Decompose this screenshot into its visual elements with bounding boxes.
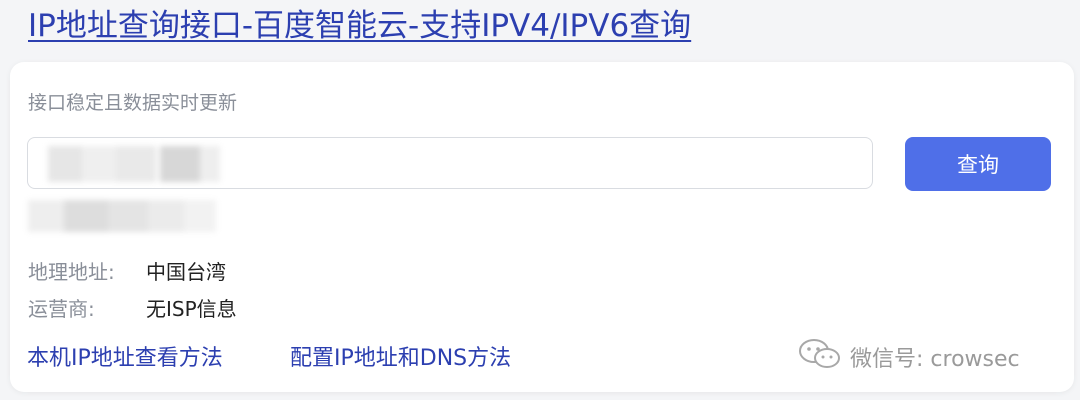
query-button[interactable]: 查询 <box>905 137 1051 191</box>
ip-query-card: 接口稳定且数据实时更新 查询 地理地址: 中国台湾 运营商: 无ISP信息 本机IP… <box>10 62 1074 392</box>
local-ip-method-link[interactable]: 本机IP地址查看方法 <box>27 340 223 372</box>
result-label: 运营商: <box>28 297 95 321</box>
watermark-text: 微信号: crowsec <box>850 347 1020 372</box>
wechat-watermark: 微信号: crowsec <box>798 338 1020 376</box>
result-value: 中国台湾 <box>146 260 226 284</box>
subtitle: 接口稳定且数据实时更新 <box>28 92 238 114</box>
wechat-icon <box>798 338 842 376</box>
ip-input[interactable] <box>27 137 873 189</box>
result-label: 地理地址: <box>28 260 115 284</box>
redacted-ip-result-blur <box>24 196 224 236</box>
result-row-isp: 运营商: 无ISP信息 <box>28 293 237 322</box>
result-value: 无ISP信息 <box>146 297 237 321</box>
title-link[interactable]: IP地址查询接口-百度智能云-支持IPV4/IPV6查询 <box>28 6 691 46</box>
result-row-location: 地理地址: 中国台湾 <box>28 256 226 285</box>
configure-ip-dns-link[interactable]: 配置IP地址和DNS方法 <box>290 340 511 372</box>
